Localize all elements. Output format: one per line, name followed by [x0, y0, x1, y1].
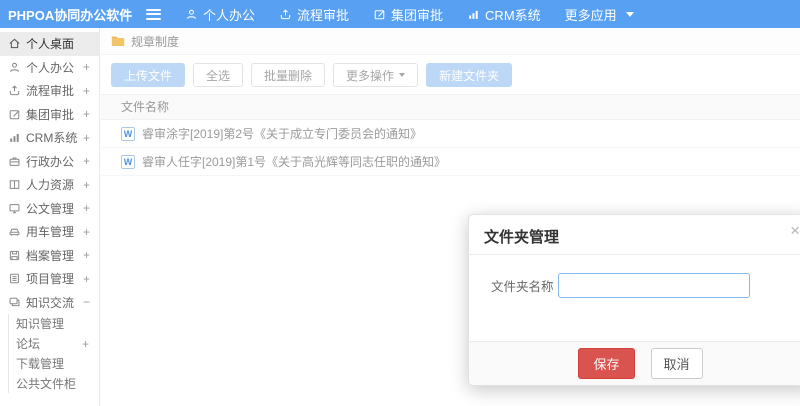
cancel-button[interactable]: 取消 [650, 348, 703, 379]
clipboard-icon [8, 272, 21, 285]
upload-icon [279, 8, 292, 21]
sidebar: 个人桌面 个人办公 + 流程审批 + 集团审批 + CRM系统 + 行政办公 +… [0, 28, 100, 406]
sidebar-item-workflow-approval[interactable]: 流程审批 + [0, 79, 99, 103]
dialog-title: 文件夹管理 [469, 215, 800, 255]
nav-label: 个人办公 [203, 7, 256, 23]
disk-icon [8, 249, 21, 262]
word-doc-icon: W [121, 126, 135, 141]
nav-label: 流程审批 [297, 7, 350, 23]
home-icon [8, 37, 21, 50]
caret-down-icon [625, 11, 634, 17]
nav-personal-office[interactable]: 个人办公 [185, 5, 255, 24]
save-button[interactable]: 保存 [578, 348, 635, 379]
edit-icon [8, 108, 21, 121]
folder-name-input[interactable] [557, 273, 750, 298]
top-bar: PHPOA协同办公软件 个人办公 流程审批 集团审批 CRM系统 更多应用 [0, 0, 800, 28]
sidebar-subitem-download-management[interactable]: 下载管理 [9, 354, 99, 374]
knowledge-exchange-submenu: 知识管理 论坛 + 下载管理 公共文件柜 [8, 314, 99, 394]
user-icon [185, 8, 198, 21]
sidebar-subitem-knowledge-management[interactable]: 知识管理 [9, 314, 99, 334]
chart-icon [467, 8, 480, 21]
sidebar-item-knowledge-exchange[interactable]: 知识交流 − [0, 291, 99, 315]
nav-more-apps[interactable]: 更多应用 [565, 5, 634, 24]
expand-plus[interactable]: + [81, 107, 90, 121]
monitor-icon [8, 202, 21, 215]
file-name[interactable]: 睿审涂字[2019]第2号《关于成立专门委员会的通知》 [142, 125, 422, 142]
sidebar-subitem-public-file-cabinet[interactable]: 公共文件柜 [9, 373, 99, 393]
sidebar-item-document-management[interactable]: 公文管理 + [0, 197, 99, 221]
menu-toggle-icon[interactable] [146, 8, 161, 20]
word-doc-icon: W [121, 154, 135, 169]
expand-plus[interactable]: + [80, 337, 89, 351]
sidebar-item-project-management[interactable]: 项目管理 + [0, 267, 99, 291]
briefcase-icon [8, 155, 21, 168]
expand-plus[interactable]: + [81, 272, 90, 286]
select-all-button[interactable]: 全选 [193, 63, 244, 87]
toolbar: 上传文件 全选 批量删除 更多操作 新建文件夹 [101, 55, 800, 94]
dialog-footer: 保存 取消 [469, 341, 800, 385]
expand-plus[interactable]: + [81, 201, 90, 215]
upload-icon [8, 84, 21, 97]
breadcrumb-label: 规章制度 [131, 34, 180, 49]
nav-label: 更多应用 [564, 7, 617, 23]
user-icon [8, 61, 21, 74]
close-icon[interactable]: × [790, 222, 800, 239]
expand-plus[interactable]: + [81, 84, 90, 98]
sidebar-item-personal-office[interactable]: 个人办公 + [0, 56, 99, 80]
expand-plus[interactable]: + [81, 248, 90, 262]
folder-name-label: 文件夹名称 [491, 280, 554, 294]
new-folder-button[interactable]: 新建文件夹 [426, 63, 513, 87]
expand-plus[interactable]: + [81, 225, 90, 239]
file-table-header: 文件名称 [101, 94, 800, 120]
nav-workflow-approval[interactable]: 流程审批 [279, 5, 349, 24]
sidebar-item-archive-management[interactable]: 档案管理 + [0, 244, 99, 268]
sidebar-subitem-forum[interactable]: 论坛 + [9, 334, 99, 354]
nav-label: 集团审批 [391, 7, 444, 23]
breadcrumb: 规章制度 [101, 28, 800, 55]
sidebar-item-human-resources[interactable]: 人力资源 + [0, 173, 99, 197]
more-actions-button[interactable]: 更多操作 [333, 63, 419, 87]
folder-icon [111, 35, 125, 47]
sidebar-item-vehicle-management[interactable]: 用车管理 + [0, 220, 99, 244]
chat-icon [8, 296, 21, 309]
sidebar-item-admin-office[interactable]: 行政办公 + [0, 150, 99, 174]
chart-icon [8, 131, 21, 144]
caret-down-icon [399, 73, 406, 77]
file-row[interactable]: W 睿审涂字[2019]第2号《关于成立专门委员会的通知》 [101, 120, 800, 148]
nav-label: CRM系统 [485, 7, 541, 23]
expand-plus[interactable]: + [81, 60, 90, 74]
sidebar-item-group-approval[interactable]: 集团审批 + [0, 103, 99, 127]
expand-plus[interactable]: + [81, 154, 90, 168]
nav-crm-system[interactable]: CRM系统 [467, 5, 541, 24]
upload-file-button[interactable]: 上传文件 [111, 63, 186, 87]
sidebar-item-crm-system[interactable]: CRM系统 + [0, 126, 99, 150]
expand-plus[interactable]: + [81, 131, 90, 145]
app-logo: PHPOA协同办公软件 [8, 7, 133, 23]
file-name[interactable]: 睿审人任字[2019]第1号《关于高光辉等同志任职的通知》 [142, 153, 446, 170]
batch-delete-button[interactable]: 批量删除 [251, 63, 326, 87]
nav-group-approval[interactable]: 集团审批 [373, 5, 443, 24]
sidebar-item-personal-desktop[interactable]: 个人桌面 [0, 32, 99, 56]
file-row[interactable]: W 睿审人任字[2019]第1号《关于高光辉等同志任职的通知》 [101, 148, 800, 176]
folder-management-dialog: 文件夹管理 × 文件夹名称 保存 取消 [468, 214, 800, 386]
collapse-minus[interactable]: − [81, 295, 90, 309]
car-icon [8, 225, 21, 238]
edit-icon [373, 8, 386, 21]
dialog-body: 文件夹名称 [469, 255, 800, 298]
book-icon [8, 178, 21, 191]
expand-plus[interactable]: + [81, 178, 90, 192]
